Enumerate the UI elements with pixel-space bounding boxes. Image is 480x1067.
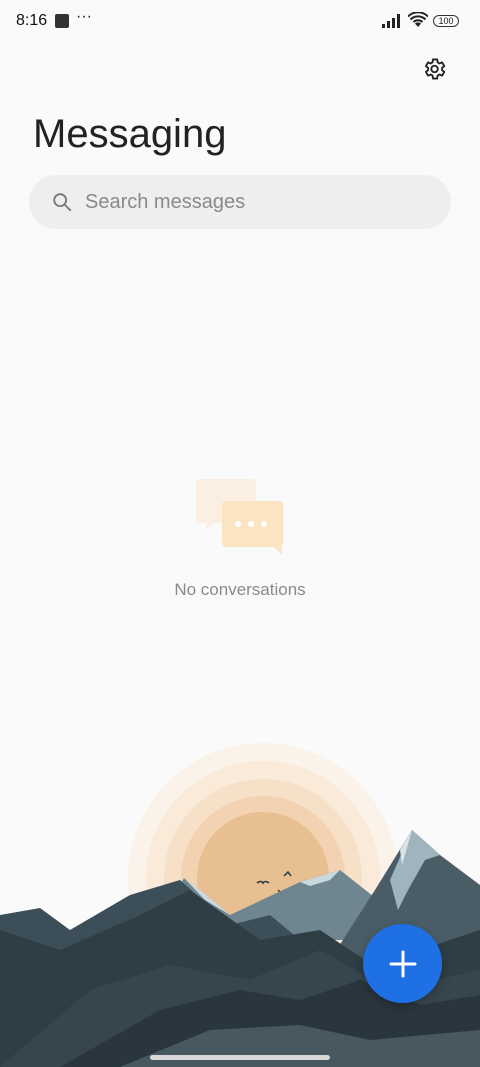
- plus-icon: [389, 950, 416, 977]
- more-notifications-icon: ···: [76, 8, 92, 25]
- battery-icon: 100: [433, 15, 459, 27]
- status-time: 8:16: [16, 12, 48, 29]
- chat-bubbles-icon: [196, 479, 283, 555]
- wifi-icon: [408, 12, 428, 27]
- home-indicator[interactable]: [150, 1055, 330, 1060]
- search-bar[interactable]: [29, 175, 451, 229]
- settings-button[interactable]: [418, 53, 450, 85]
- notification-app-icon: [55, 14, 69, 28]
- status-bar: 8:16 ··· 100: [0, 0, 480, 44]
- gear-icon: [424, 58, 446, 80]
- mountain-sunrise-illustration: [0, 743, 480, 1067]
- page-title: Messaging: [33, 112, 227, 156]
- battery-level: 100: [438, 16, 454, 26]
- messaging-screen: 8:16 ··· 100 Messaging Search messages N…: [0, 0, 480, 1067]
- signal-icon: [382, 14, 400, 28]
- empty-state-message: No conversations: [174, 580, 306, 599]
- search-icon: [53, 193, 72, 212]
- new-conversation-button[interactable]: [363, 924, 442, 1003]
- search-input[interactable]: [83, 181, 417, 223]
